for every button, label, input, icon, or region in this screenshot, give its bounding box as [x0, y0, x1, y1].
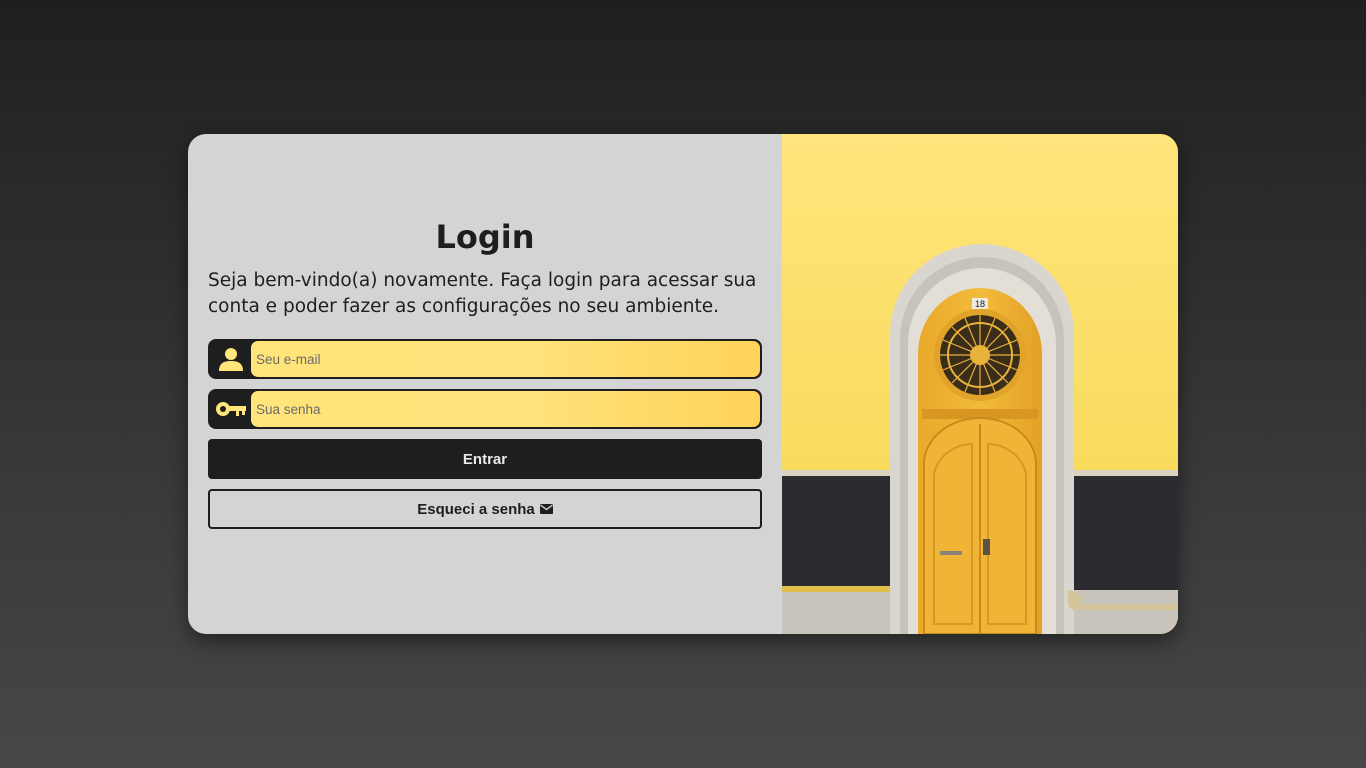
door-number: 18 [975, 299, 985, 309]
login-button[interactable]: Entrar [208, 439, 762, 479]
envelope-icon [539, 501, 553, 518]
login-form-panel: Login Seja bem-vindo(a) novamente. Faça … [188, 134, 782, 634]
key-icon [210, 391, 251, 427]
forgot-password-label: Esqueci a senha [417, 500, 535, 518]
user-icon [210, 341, 251, 377]
email-input[interactable] [251, 341, 760, 377]
page-title: Login [435, 218, 535, 256]
password-input[interactable] [251, 391, 760, 427]
door-photo: 18 [782, 134, 1178, 634]
password-field-group [208, 389, 762, 429]
email-field-group [208, 339, 762, 379]
forgot-password-button[interactable]: Esqueci a senha [208, 489, 762, 529]
login-card: Login Seja bem-vindo(a) novamente. Faça … [188, 134, 1178, 634]
welcome-text: Seja bem-vindo(a) novamente. Faça login … [208, 270, 757, 317]
